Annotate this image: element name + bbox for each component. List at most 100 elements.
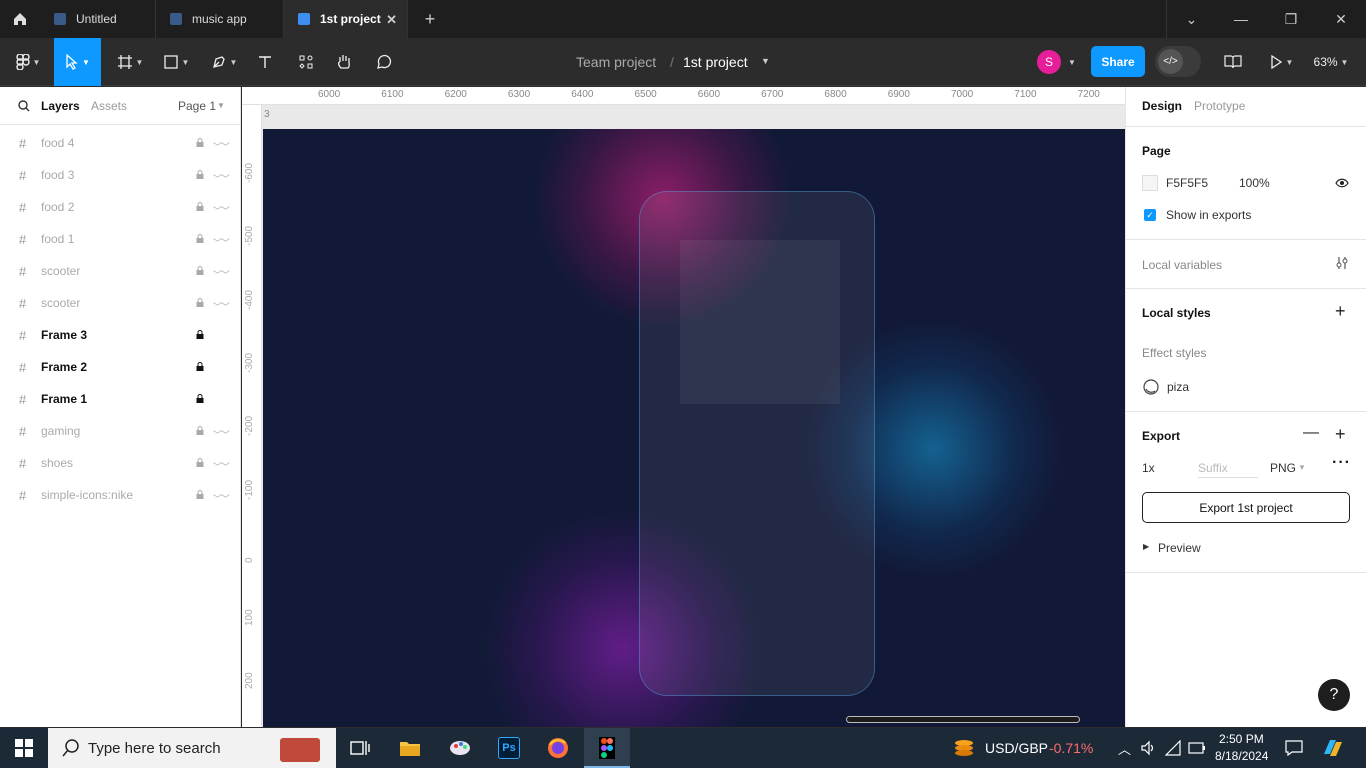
stock-widget-icon[interactable] [950,734,978,762]
restore-button[interactable]: ❐ [1266,0,1316,38]
task-view-icon[interactable] [346,734,374,762]
hidden-eye-icon[interactable]: ﹀﹀ [213,300,230,313]
frame-label[interactable]: 3 [264,109,270,120]
close-tab-icon[interactable]: ✕ [386,12,397,28]
dev-mode-toggle[interactable]: </> [1155,46,1201,77]
tab-music-app[interactable]: music app [156,0,284,38]
page-selector[interactable]: Page 1 [178,99,216,113]
clock-time[interactable]: 2:50 PM [1219,732,1264,746]
layer-row[interactable]: # food 1 ﹀﹀ [0,223,241,255]
hidden-eye-icon[interactable]: ﹀﹀ [213,268,230,281]
breadcrumb-project[interactable]: 1st project [683,54,748,70]
photoshop-icon[interactable]: Ps [495,734,523,762]
layer-row[interactable]: # simple-icons:nike ﹀﹀ [0,479,241,511]
hidden-eye-icon[interactable]: ﹀﹀ [213,140,230,153]
main-menu-button[interactable]: ▼ [8,38,48,86]
notifications-icon[interactable] [1285,740,1303,756]
help-button[interactable]: ? [1318,679,1350,711]
canvas-frame[interactable] [263,129,1125,727]
breadcrumb-team[interactable]: Team project [576,54,656,70]
lock-icon[interactable] [196,138,204,147]
chevron-down-icon[interactable]: ▼ [217,101,225,110]
hidden-eye-icon[interactable]: ﹀﹀ [213,236,230,249]
zoom-menu[interactable]: 63% ▼ [1306,38,1356,86]
layer-row[interactable]: # food 4 ﹀﹀ [0,127,241,159]
taskbar-search[interactable]: Type here to search [48,728,336,768]
layer-row[interactable]: # Frame 3 [0,319,241,351]
paint-app-icon[interactable] [446,734,474,762]
effect-style-name[interactable]: piza [1167,380,1189,394]
pen-tool-button[interactable]: ▼ [206,38,242,86]
caret-right-icon[interactable]: ▶ [1143,542,1149,551]
layer-row[interactable]: # gaming ﹀﹀ [0,415,241,447]
figma-taskbar-button[interactable] [584,728,630,768]
export-format[interactable]: PNG [1270,461,1296,475]
layer-row[interactable]: # food 3 ﹀﹀ [0,159,241,191]
hidden-eye-icon[interactable]: ﹀﹀ [213,428,230,441]
frame-tool-button[interactable]: ▼ [112,38,148,86]
export-button[interactable]: Export 1st project [1142,492,1350,523]
new-tab-button[interactable]: + [406,0,454,38]
lock-icon[interactable] [196,202,204,211]
phone-image-placeholder[interactable] [680,240,840,404]
lock-icon[interactable] [196,394,204,403]
page-opacity-value[interactable]: 100% [1239,176,1270,190]
add-export-icon[interactable]: + [1335,424,1346,445]
add-style-icon[interactable]: + [1335,301,1346,322]
hidden-eye-icon[interactable]: ﹀﹀ [213,492,230,505]
library-button[interactable] [1220,38,1246,86]
chevron-down-icon[interactable]: ⌄ [1166,0,1216,38]
lock-icon[interactable] [196,234,204,243]
chevron-down-icon[interactable]: ▼ [1068,58,1076,67]
lock-icon[interactable] [196,266,204,275]
tab-assets[interactable]: Assets [91,99,127,113]
lock-icon[interactable] [196,330,204,339]
canvas[interactable]: 6000 6100 6200 6300 6400 6500 6600 6700 6800 6900… [242,87,1125,727]
layer-row[interactable]: # Frame 2 [0,351,241,383]
present-button[interactable]: ▼ [1262,38,1300,86]
show-in-exports-checkbox[interactable]: ✓ [1144,209,1156,221]
shape-tool-button[interactable]: ▼ [158,38,194,86]
comment-tool-button[interactable] [370,38,398,86]
horizontal-scrollbar[interactable] [846,716,1080,723]
tab-design[interactable]: Design [1142,99,1182,113]
local-variables-label[interactable]: Local variables [1142,258,1222,272]
eye-icon[interactable] [1335,178,1349,188]
minimize-button[interactable]: — [1216,0,1266,38]
close-window-button[interactable]: ✕ [1316,0,1366,38]
more-options-icon[interactable]: ··· [1332,454,1351,472]
volume-icon[interactable] [1140,740,1156,756]
layer-row[interactable]: # scooter ﹀﹀ [0,287,241,319]
lock-icon[interactable] [196,426,204,435]
page-color-value[interactable]: F5F5F5 [1166,176,1208,190]
hidden-eye-icon[interactable]: ﹀﹀ [213,460,230,473]
layer-row[interactable]: # Frame 1 [0,383,241,415]
preview-toggle[interactable]: Preview [1158,541,1201,555]
lock-icon[interactable] [196,298,204,307]
resources-button[interactable] [292,38,320,86]
hidden-eye-icon[interactable]: ﹀﹀ [213,172,230,185]
lock-icon[interactable] [196,490,204,499]
chevron-down-icon[interactable]: ▼ [1298,463,1306,472]
tab-layers[interactable]: Layers [41,99,80,113]
export-suffix-input[interactable]: Suffix [1198,461,1258,478]
start-button[interactable] [10,734,38,762]
tab-prototype[interactable]: Prototype [1194,99,1245,113]
tab-1st-project[interactable]: 1st project ✕ [284,0,408,38]
search-icon[interactable] [18,100,30,112]
text-tool-button[interactable] [252,38,278,86]
phone-mockup-frame[interactable] [639,191,875,696]
chevron-down-icon[interactable]: ▼ [761,56,770,66]
layer-row[interactable]: # scooter ﹀﹀ [0,255,241,287]
ticker-symbol[interactable]: USD/GBP [985,740,1048,756]
battery-icon[interactable] [1188,742,1206,754]
clock-date[interactable]: 8/18/2024 [1215,749,1268,763]
network-icon[interactable] [1165,740,1181,756]
remove-export-icon[interactable]: — [1303,424,1319,442]
lock-icon[interactable] [196,170,204,179]
firefox-icon[interactable] [544,734,572,762]
hand-tool-button[interactable] [330,38,358,86]
hidden-eye-icon[interactable]: ﹀﹀ [213,204,230,217]
avatar[interactable]: S [1037,50,1061,74]
page-color-swatch[interactable] [1142,175,1158,191]
